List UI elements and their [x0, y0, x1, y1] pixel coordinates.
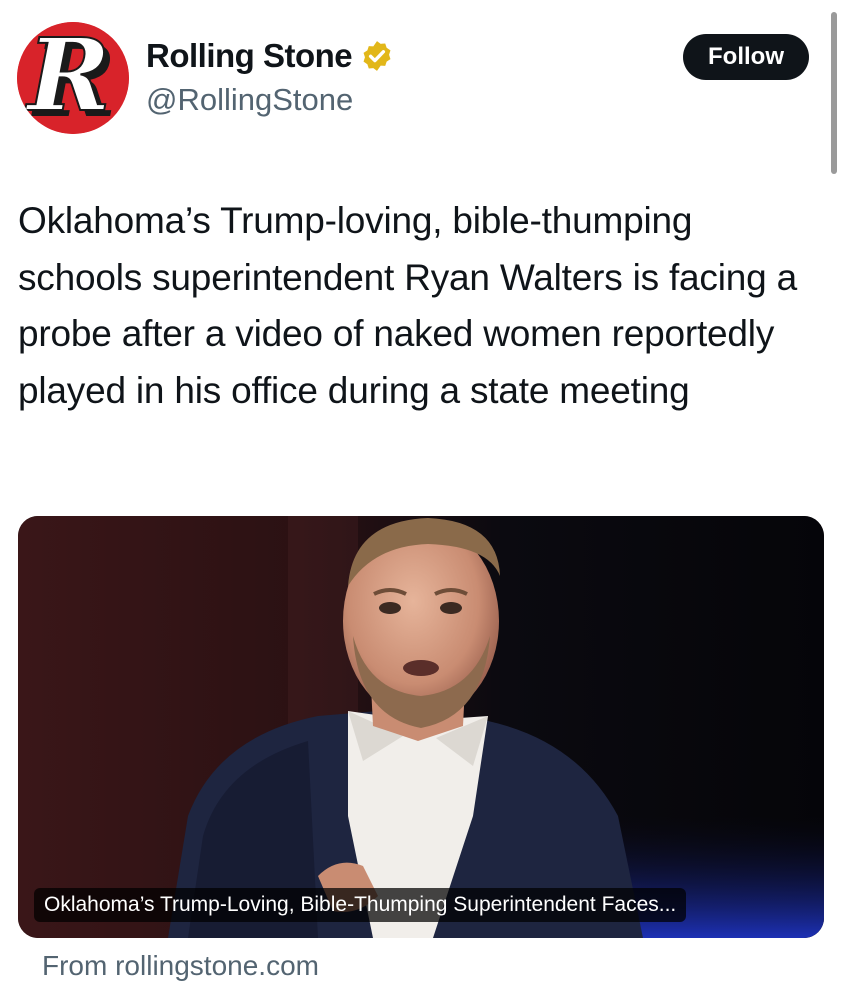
- avatar[interactable]: R R: [17, 22, 129, 134]
- rolling-stone-logo-icon: R R: [17, 22, 129, 134]
- article-photo: [18, 516, 824, 938]
- display-name[interactable]: Rolling Stone: [146, 37, 353, 75]
- user-handle[interactable]: @RollingStone: [146, 82, 353, 118]
- link-preview-card[interactable]: Oklahoma’s Trump-Loving, Bible-Thumping …: [18, 516, 824, 938]
- scrollbar[interactable]: [831, 12, 837, 174]
- link-card-headline: Oklahoma’s Trump-Loving, Bible-Thumping …: [34, 888, 687, 922]
- link-source[interactable]: From rollingstone.com: [42, 950, 319, 982]
- verified-badge-icon: [363, 41, 391, 71]
- author-name-row: Rolling Stone: [146, 34, 394, 78]
- follow-button[interactable]: Follow: [683, 34, 809, 80]
- svg-text:R: R: [24, 22, 110, 134]
- tweet-text: Oklahoma’s Trump-loving, bible-thumping …: [18, 200, 797, 411]
